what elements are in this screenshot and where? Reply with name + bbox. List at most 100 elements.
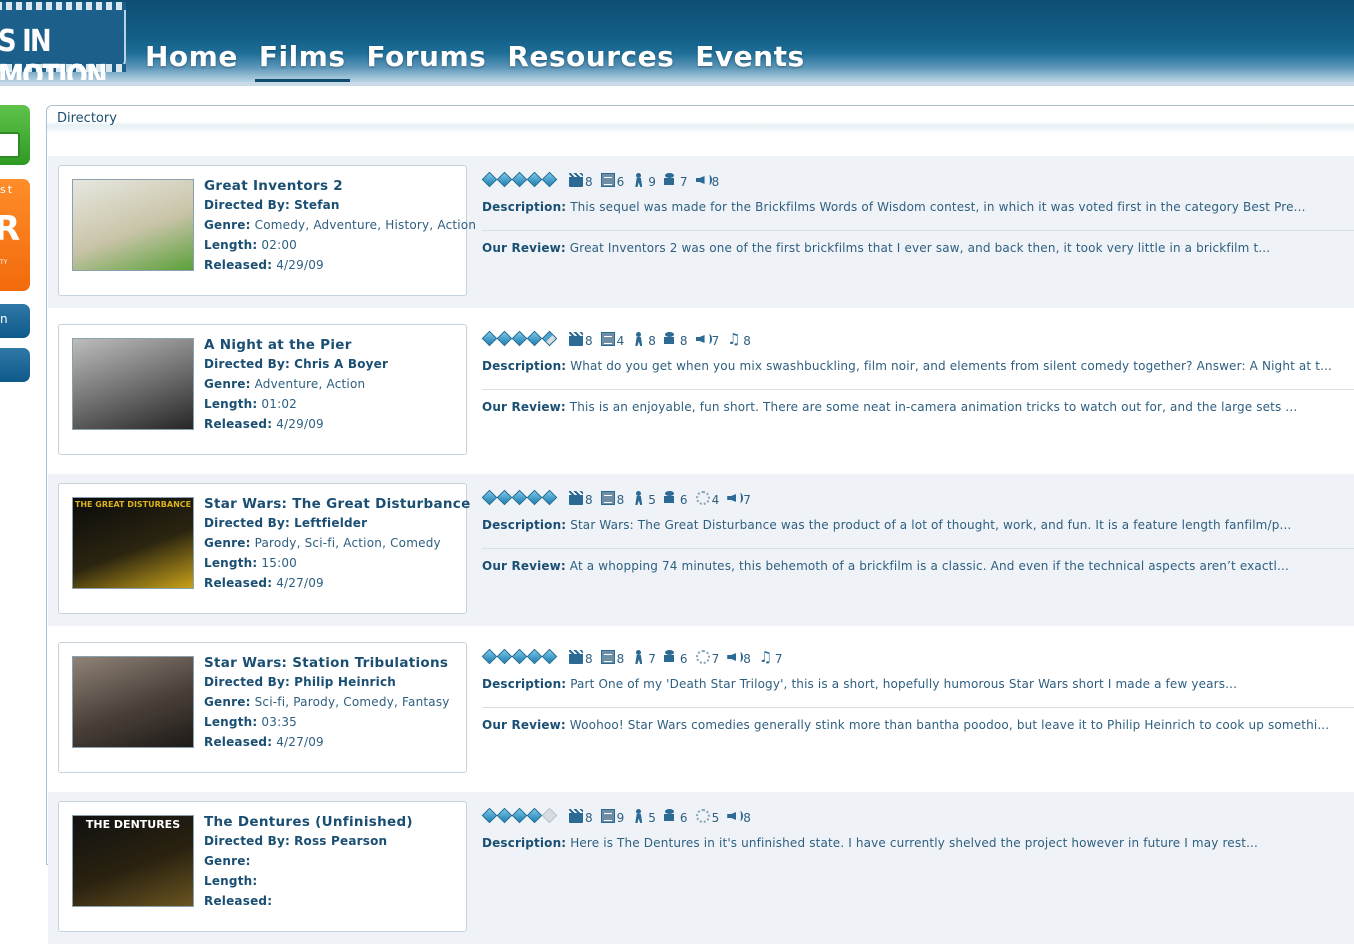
genre-label: Genre: [204, 854, 251, 868]
film-description: Description: Star Wars: The Great Distur… [482, 518, 1342, 532]
rating-diamond-icon [511, 807, 528, 824]
side-tab-orange[interactable]: st R TY [0, 179, 30, 291]
site-header: S IN MOTION Home Films Forums Resources Even… [0, 0, 1354, 86]
director-name[interactable]: Chris A Boyer [294, 357, 388, 371]
side-tab-green[interactable] [0, 105, 30, 165]
film-title-link[interactable]: A Night at the Pier [204, 337, 352, 353]
clapperboard-icon [569, 809, 583, 823]
director-name[interactable]: Leftfielder [294, 516, 367, 530]
description-text: Part One of my 'Death Star Trilogy', thi… [570, 677, 1238, 691]
film-description: Description: Part One of my 'Death Star … [482, 677, 1342, 691]
camera-icon [663, 491, 678, 505]
rating-diamond-icon [496, 489, 513, 506]
film-thumbnail[interactable] [72, 656, 194, 748]
directed-by-label: Directed By: [204, 357, 291, 371]
rating-diamond-icon [526, 171, 543, 188]
film-review: Our Review: Woohoo! Star Wars comedies g… [482, 718, 1342, 732]
score-value: 8 [679, 334, 688, 348]
clapperboard-icon [569, 332, 583, 346]
side-tab-orange-small: TY [0, 259, 8, 266]
film-title-link[interactable]: Star Wars: The Great Disturbance [204, 496, 471, 512]
length-label: Length: [204, 556, 258, 570]
rating-diamond-icon [511, 648, 528, 665]
divider [482, 389, 1354, 390]
film-length: Length: 15:00 [204, 556, 297, 570]
score-value: 8 [743, 811, 751, 825]
film-title-link[interactable]: The Dentures (Unfinished) [204, 814, 413, 830]
side-tab-orange-text: st [0, 183, 15, 196]
length-value: 03:35 [261, 715, 298, 729]
director-name[interactable]: Philip Heinrich [294, 675, 396, 689]
nav-forums[interactable]: Forums [367, 40, 487, 82]
site-logo[interactable]: S IN MOTION [0, 0, 128, 80]
nav-films[interactable]: Films [254, 40, 350, 83]
director-name[interactable]: Ross Pearson [294, 834, 387, 848]
length-label: Length: [204, 715, 258, 729]
film-genre: Genre: [204, 854, 251, 868]
score-value: 9 [648, 175, 656, 189]
length-value: 02:00 [261, 238, 298, 252]
film-title-link[interactable]: Great Inventors 2 [204, 178, 343, 194]
rating-diamond-icon [541, 807, 558, 824]
rating-diamond-icon [511, 171, 528, 188]
score-value: 8 [743, 652, 751, 666]
film-row: Great Inventors 2 Directed By: Stefan Ge… [48, 156, 1354, 308]
divider [482, 230, 1354, 231]
film-genre: Genre: Adventure, Action [204, 377, 365, 391]
film-thumbnail[interactable]: THE GREAT DISTURBANCE [72, 497, 194, 589]
sound-icon [727, 809, 744, 823]
effects-icon [695, 809, 710, 823]
film-thumbnail[interactable]: THE DENTURES [72, 815, 194, 907]
score-value: 5 [711, 811, 720, 825]
script-icon [600, 332, 615, 346]
review-text: This is an enjoyable, fun short. There a… [569, 400, 1298, 414]
side-tab-blue-1[interactable]: n [0, 304, 30, 338]
film-card: A Night at the Pier Directed By: Chris A… [58, 324, 467, 455]
effects-icon [695, 491, 710, 505]
score-value: 8 [585, 811, 593, 825]
sound-icon [727, 491, 744, 505]
side-tab-green-box [0, 132, 20, 158]
released-label: Released: [204, 576, 273, 590]
film-genre: Genre: Sci-fi, Parody, Comedy, Fantasy [204, 695, 450, 709]
film-card: Star Wars: Station Tribulations Directed… [58, 642, 467, 773]
clapperboard-icon [569, 173, 583, 187]
nav-resources[interactable]: Resources [507, 40, 674, 82]
music-icon: ♫ [758, 648, 773, 666]
nav-home[interactable]: Home [145, 40, 238, 82]
rating-diamond-icon [526, 648, 543, 665]
rating-diamond-icon [481, 648, 498, 665]
sound-icon [696, 332, 712, 346]
description-text: What do you get when you mix swashbuckli… [570, 359, 1332, 373]
star-rating [481, 807, 558, 825]
star-rating [481, 330, 558, 348]
script-icon [600, 491, 615, 505]
genre-value: Comedy, Adventure, History, Action [254, 218, 477, 232]
rating-diamond-icon [526, 489, 543, 506]
script-icon [600, 650, 615, 664]
genre-value: Adventure, Action [254, 377, 366, 391]
side-tab-blue-2[interactable] [0, 348, 30, 382]
rating-diamond-icon [541, 648, 558, 665]
film-thumbnail[interactable] [72, 179, 194, 271]
film-description: Description: This sequel was made for th… [482, 200, 1342, 214]
director-name[interactable]: Stefan [294, 198, 340, 212]
script-icon [600, 809, 615, 823]
camera-icon [663, 332, 678, 346]
nav-events[interactable]: Events [695, 40, 804, 82]
film-director: Directed By: Leftfielder [204, 516, 367, 530]
film-length: Length: 02:00 [204, 238, 297, 252]
description-label: Description: [482, 200, 567, 214]
film-director: Directed By: Stefan [204, 198, 340, 212]
review-label: Our Review: [482, 241, 566, 255]
film-thumbnail[interactable] [72, 338, 194, 430]
animation-icon [632, 173, 646, 187]
animation-icon [632, 332, 646, 346]
animation-icon [632, 650, 646, 664]
length-label: Length: [204, 397, 258, 411]
film-description: Description: What do you get when you mi… [482, 359, 1342, 373]
camera-icon [663, 650, 678, 664]
film-title-link[interactable]: Star Wars: Station Tribulations [204, 655, 448, 671]
divider [482, 707, 1354, 708]
film-review: Our Review: This is an enjoyable, fun sh… [482, 400, 1342, 414]
